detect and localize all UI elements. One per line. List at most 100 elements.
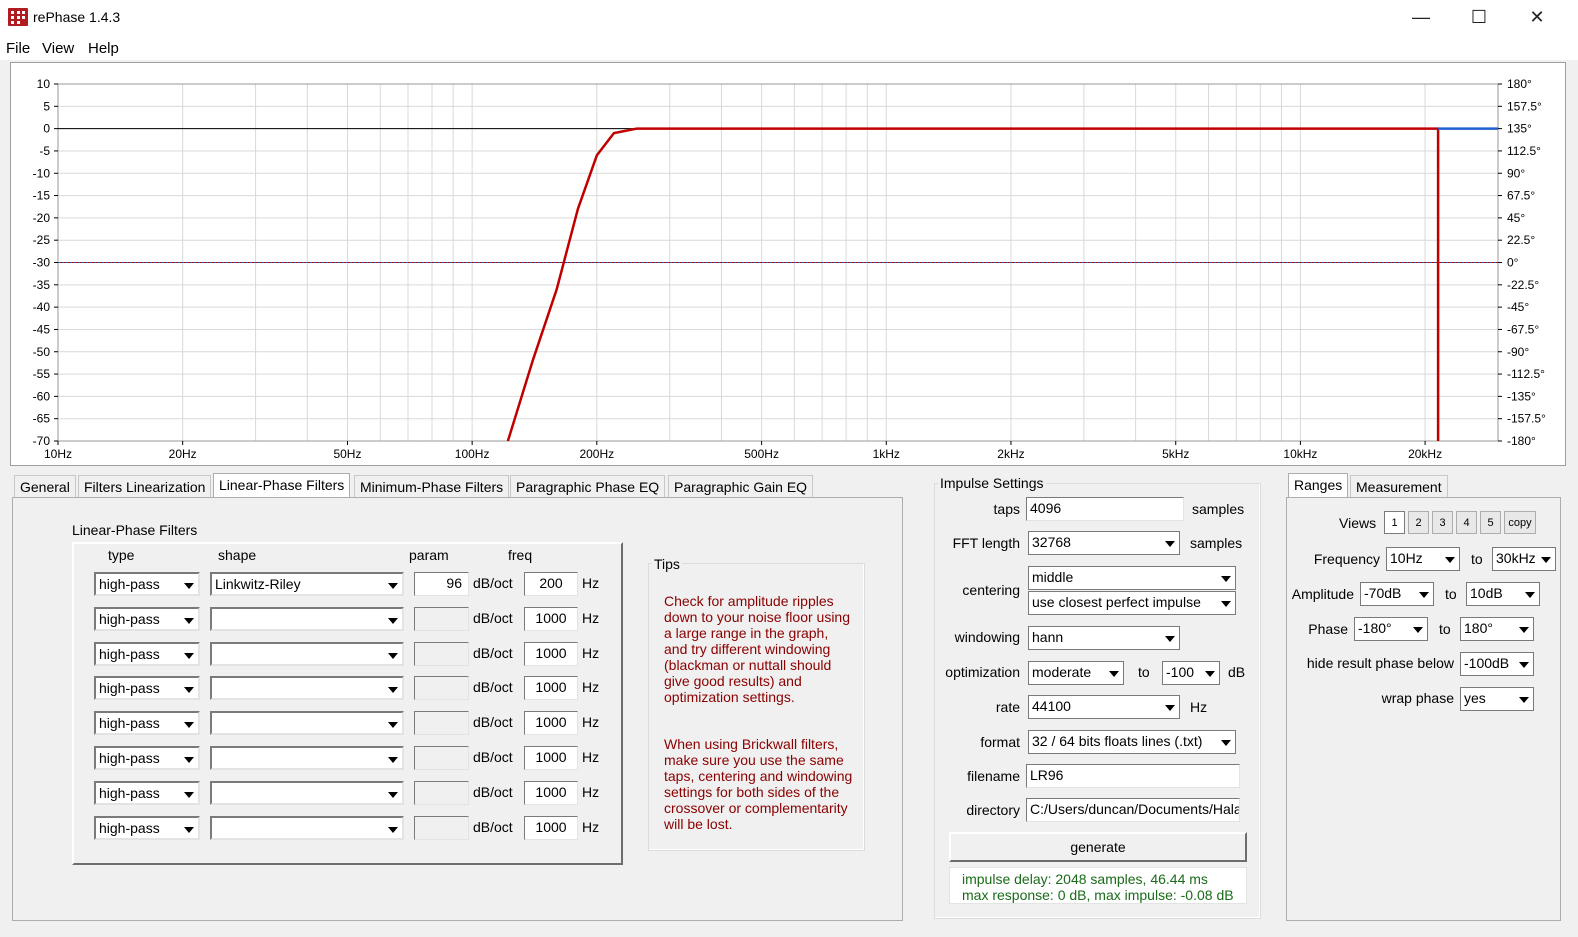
tab-measurement[interactable]: Measurement — [1350, 475, 1448, 497]
fft-length-select[interactable]: 32768 — [1028, 531, 1180, 555]
y2-tick-label: -157.5° — [1507, 412, 1546, 426]
filter-type-value: high-pass — [99, 680, 160, 696]
tab-general[interactable]: General — [14, 475, 76, 497]
filter-param-input[interactable] — [414, 781, 469, 805]
filter-shape-select[interactable] — [210, 676, 404, 700]
optimization-db-value: -100 — [1166, 664, 1195, 680]
filter-type-select[interactable]: high-pass — [94, 572, 200, 596]
chevron-down-icon — [1408, 620, 1425, 638]
tab-paragraphic-gain-eq[interactable]: Paragraphic Gain EQ — [668, 475, 814, 497]
filter-freq-input[interactable]: 1000 — [524, 746, 578, 770]
view-3-button[interactable]: 3 — [1432, 511, 1453, 534]
taps-input[interactable]: 4096 — [1026, 497, 1184, 521]
menu-help[interactable]: Help — [88, 40, 119, 57]
frequency-from-select[interactable]: 10Hz — [1386, 547, 1460, 571]
copy-view-button[interactable]: copy — [1504, 511, 1536, 534]
param-unit-label: dB/oct — [473, 575, 513, 591]
optimization-db-select[interactable]: -100 — [1162, 661, 1220, 685]
tab-minimum-phase-filters[interactable]: Minimum-Phase Filters — [354, 475, 510, 497]
chevron-down-icon — [179, 820, 196, 838]
filter-param-input[interactable] — [414, 816, 469, 840]
filter-freq-input[interactable]: 1000 — [524, 711, 578, 735]
chevron-down-icon — [1536, 550, 1553, 568]
filter-type-select[interactable]: high-pass — [94, 676, 200, 700]
filter-type-value: high-pass — [99, 715, 160, 731]
param-unit-label: dB/oct — [473, 784, 513, 800]
amplitude-to-select[interactable]: 10dB — [1466, 582, 1540, 606]
chevron-down-icon — [1414, 585, 1431, 603]
chevron-down-icon — [179, 715, 196, 733]
filter-shape-select[interactable] — [210, 746, 404, 770]
frequency-to-select[interactable]: 30kHz — [1492, 547, 1556, 571]
freq-unit-label: Hz — [582, 819, 600, 835]
filter-freq-input[interactable]: 1000 — [524, 781, 578, 805]
generate-button[interactable]: generate — [949, 832, 1247, 862]
tab-filters-linearization[interactable]: Filters Linearization — [78, 475, 212, 497]
freq-unit-label: Hz — [582, 610, 600, 626]
amplitude-to-label: to — [1445, 586, 1457, 602]
format-select[interactable]: 32 / 64 bits floats lines (.txt) — [1028, 730, 1236, 754]
filter-shape-select[interactable] — [210, 781, 404, 805]
filter-param-input[interactable]: 96 — [414, 572, 469, 596]
param-unit-label: dB/oct — [473, 610, 513, 626]
phase-to-select[interactable]: 180° — [1460, 617, 1534, 641]
filter-freq-input[interactable]: 1000 — [524, 642, 578, 666]
filter-param-input[interactable] — [414, 676, 469, 700]
filter-type-select[interactable]: high-pass — [94, 642, 200, 666]
filter-param-input[interactable] — [414, 607, 469, 631]
rate-select[interactable]: 44100 — [1028, 695, 1180, 719]
phase-from-select[interactable]: -180° — [1354, 617, 1428, 641]
filter-shape-select[interactable] — [210, 711, 404, 735]
view-4-button[interactable]: 4 — [1456, 511, 1477, 534]
header-param: param — [409, 547, 449, 563]
chevron-down-icon — [1514, 690, 1531, 708]
view-5-button[interactable]: 5 — [1480, 511, 1501, 534]
filter-freq-input[interactable]: 200 — [524, 572, 578, 596]
tab-ranges[interactable]: Ranges — [1288, 473, 1349, 498]
filter-shape-select[interactable]: Linkwitz-Riley — [210, 572, 404, 596]
directory-input[interactable]: C:/Users/duncan/Documents/Hala — [1026, 798, 1240, 822]
y-tick-label: -15 — [33, 189, 51, 203]
menu-view[interactable]: View — [42, 40, 74, 57]
filename-input[interactable]: LR96 — [1026, 764, 1240, 788]
close-icon[interactable]: ✕ — [1514, 0, 1560, 34]
maximize-icon[interactable]: ☐ — [1456, 0, 1502, 34]
amplitude-from-select[interactable]: -70dB — [1360, 582, 1434, 606]
tab-linear-phase-filters[interactable]: Linear-Phase Filters — [213, 473, 351, 498]
filter-type-select[interactable]: high-pass — [94, 781, 200, 805]
filter-freq-input[interactable]: 1000 — [524, 816, 578, 840]
menu-file[interactable]: File — [6, 40, 30, 57]
filter-freq-input[interactable]: 1000 — [524, 607, 578, 631]
x-tick-label: 200Hz — [579, 447, 614, 461]
taps-unit: samples — [1192, 501, 1245, 517]
response-graph[interactable]: 10 5 0 -5 -10 -15 -20 -25 -30 -35 -40 -45 -50 -55 -60 -… — [10, 62, 1566, 466]
filter-type-select[interactable]: high-pass — [94, 607, 200, 631]
filter-param-input[interactable] — [414, 711, 469, 735]
chevron-down-icon — [1104, 664, 1121, 682]
optimization-select[interactable]: moderate — [1028, 661, 1124, 685]
filter-type-value: high-pass — [99, 646, 160, 662]
filter-freq-input[interactable]: 1000 — [524, 676, 578, 700]
filter-param-input[interactable] — [414, 642, 469, 666]
windowing-select[interactable]: hann — [1028, 626, 1180, 650]
view-1-button[interactable]: 1 — [1384, 511, 1405, 534]
y2-tick-label: -22.5° — [1507, 278, 1539, 292]
centering-mode-select[interactable]: use closest perfect impulse — [1028, 591, 1236, 615]
filter-shape-select[interactable] — [210, 607, 404, 631]
filter-shape-select[interactable] — [210, 642, 404, 666]
minimize-icon[interactable]: — — [1398, 0, 1444, 34]
centering-select[interactable]: middle — [1028, 566, 1236, 590]
filter-type-select[interactable]: high-pass — [94, 816, 200, 840]
filter-type-value: high-pass — [99, 785, 160, 801]
x-tick-label: 2kHz — [997, 447, 1024, 461]
filter-shape-select[interactable] — [210, 816, 404, 840]
filter-type-select[interactable]: high-pass — [94, 711, 200, 735]
tab-paragraphic-phase-eq[interactable]: Paragraphic Phase EQ — [510, 475, 666, 497]
hide-phase-select[interactable]: -100dB — [1460, 652, 1534, 676]
filter-param-input[interactable] — [414, 746, 469, 770]
filter-type-select[interactable]: high-pass — [94, 746, 200, 770]
filter-type-value: high-pass — [99, 611, 160, 627]
view-2-button[interactable]: 2 — [1408, 511, 1429, 534]
wrap-phase-select[interactable]: yes — [1460, 687, 1534, 711]
x-tick-label: 100Hz — [455, 447, 490, 461]
